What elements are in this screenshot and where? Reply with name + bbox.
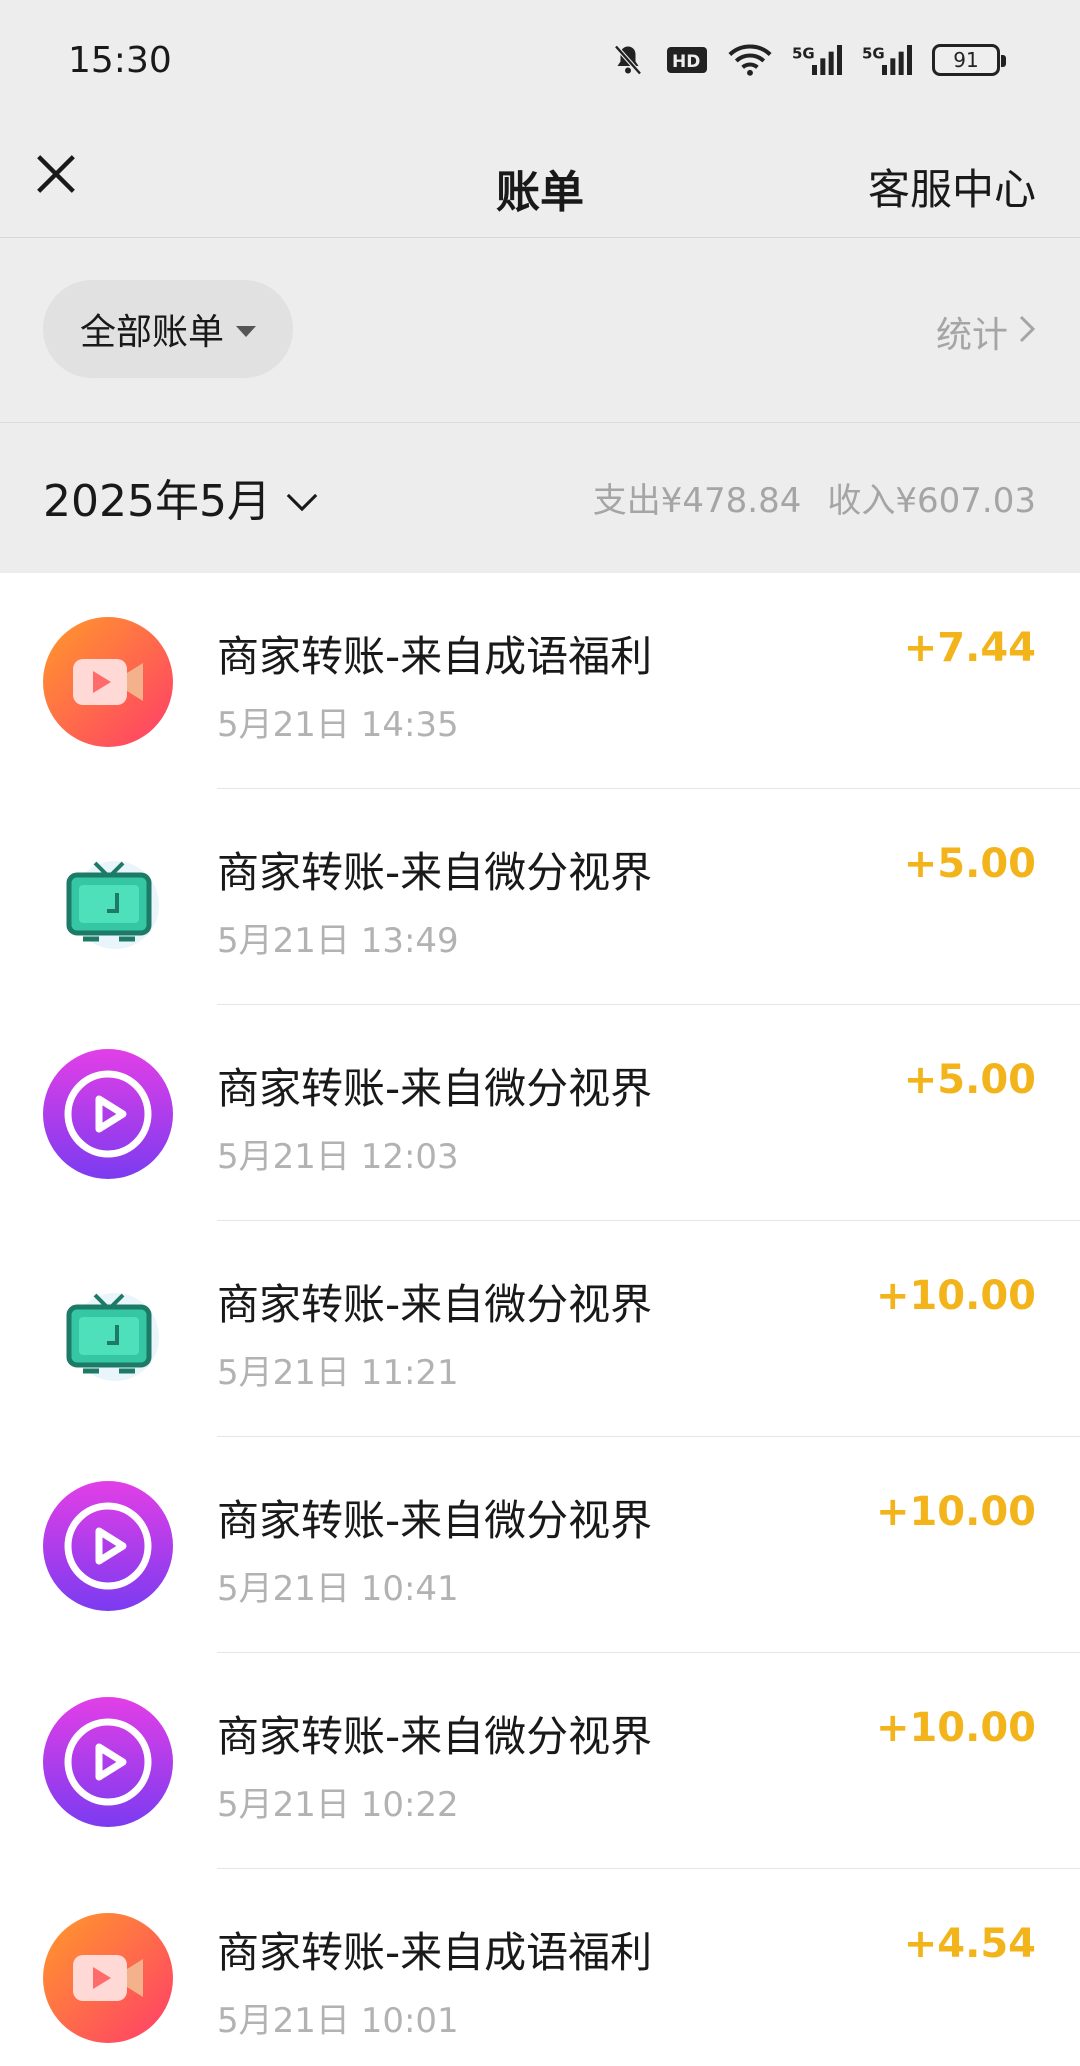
transaction-amount: +7.44 xyxy=(903,625,1036,671)
transaction-amount: +5.00 xyxy=(903,841,1036,887)
transaction-item[interactable]: 商家转账-来自微分视界 5月21日 10:41 +10.00 xyxy=(0,1437,1080,1653)
5g-signal-icon: 5G xyxy=(862,43,912,77)
month-label: 2025年5月 xyxy=(43,476,271,527)
transaction-item[interactable]: 商家转账-来自微分视界 5月21日 13:49 +5.00 xyxy=(0,789,1080,1005)
statistics-link[interactable]: 统计 xyxy=(936,306,1036,358)
idiom-welfare-app-icon xyxy=(43,1913,173,2043)
tv-app-icon xyxy=(43,1265,173,1395)
transaction-time: 5月21日 11:21 xyxy=(217,1353,459,1393)
transaction-title: 商家转账-来自微分视界 xyxy=(217,1064,653,1113)
status-time: 15:30 xyxy=(68,40,172,81)
transaction-title: 商家转账-来自微分视界 xyxy=(217,1280,653,1329)
transaction-time: 5月21日 10:22 xyxy=(217,1785,459,1825)
tv-app-icon xyxy=(43,833,173,963)
transaction-title: 商家转账-来自成语福利 xyxy=(217,632,653,681)
month-row: 2025年5月 支出¥478.84 收入¥607.03 xyxy=(0,423,1080,573)
transaction-amount: +4.54 xyxy=(903,1921,1036,1967)
month-picker[interactable]: 2025年5月 xyxy=(43,465,319,529)
play-circle-app-icon xyxy=(43,1481,173,1611)
transaction-title: 商家转账-来自微分视界 xyxy=(217,1712,653,1761)
status-bar: 15:30 HD 5G 5G 91 xyxy=(0,0,1080,124)
transaction-time: 5月21日 12:03 xyxy=(217,1137,459,1177)
play-circle-app-icon xyxy=(43,1697,173,1827)
transaction-amount: +5.00 xyxy=(903,1057,1036,1103)
idiom-welfare-app-icon xyxy=(43,617,173,747)
battery-icon: 91 xyxy=(932,44,1006,76)
mute-bell-icon xyxy=(610,42,646,78)
status-icons: HD 5G 5G 91 xyxy=(610,42,1006,78)
bill-type-filter-button[interactable]: 全部账单 xyxy=(43,280,293,378)
caret-down-icon xyxy=(236,325,256,337)
transaction-title: 商家转账-来自成语福利 xyxy=(217,1928,653,1977)
transaction-item[interactable]: 商家转账-来自微分视界 5月21日 12:03 +5.00 xyxy=(0,1005,1080,1221)
transaction-amount: +10.00 xyxy=(875,1489,1036,1535)
svg-text:HD: HD xyxy=(672,52,700,72)
customer-service-link[interactable]: 客服中心 xyxy=(868,156,1036,217)
transaction-title: 商家转账-来自微分视界 xyxy=(217,1496,653,1545)
statistics-label: 统计 xyxy=(935,315,1008,356)
transaction-item[interactable]: 商家转账-来自成语福利 5月21日 10:01 +4.54 xyxy=(0,1869,1080,2066)
svg-text:5G: 5G xyxy=(792,44,815,62)
5g-signal-icon: 5G xyxy=(792,43,842,77)
chevron-down-icon xyxy=(285,472,319,523)
transaction-title: 商家转账-来自微分视界 xyxy=(217,848,653,897)
month-summary: 支出¥478.84 收入¥607.03 xyxy=(593,473,1036,522)
transaction-time: 5月21日 14:35 xyxy=(217,705,459,745)
transaction-time: 5月21日 10:41 xyxy=(217,1569,459,1609)
chevron-right-icon xyxy=(1018,312,1036,353)
transaction-item[interactable]: 商家转账-来自成语福利 5月21日 14:35 +7.44 xyxy=(0,573,1080,789)
transaction-time: 5月21日 10:01 xyxy=(217,2001,459,2041)
filter-row: 全部账单 统计 xyxy=(0,238,1080,423)
expense-total: 支出¥478.84 xyxy=(592,481,802,521)
transaction-amount: +10.00 xyxy=(875,1705,1036,1751)
transaction-amount: +10.00 xyxy=(875,1273,1036,1319)
transaction-item[interactable]: 商家转账-来自微分视界 5月21日 10:22 +10.00 xyxy=(0,1653,1080,1869)
transaction-list: 商家转账-来自成语福利 5月21日 14:35 +7.44 商家转账-来自微分视界 5月… xyxy=(0,573,1080,2066)
income-total: 收入¥607.03 xyxy=(827,481,1036,521)
play-circle-app-icon xyxy=(43,1049,173,1179)
nav-bar: 账单 客服中心 xyxy=(0,124,1080,238)
hd-icon: HD xyxy=(666,45,708,75)
svg-text:5G: 5G xyxy=(862,44,885,62)
transaction-time: 5月21日 13:49 xyxy=(217,921,459,961)
transaction-item[interactable]: 商家转账-来自微分视界 5月21日 11:21 +10.00 xyxy=(0,1221,1080,1437)
wifi-icon xyxy=(728,43,772,77)
filter-label: 全部账单 xyxy=(79,312,224,353)
